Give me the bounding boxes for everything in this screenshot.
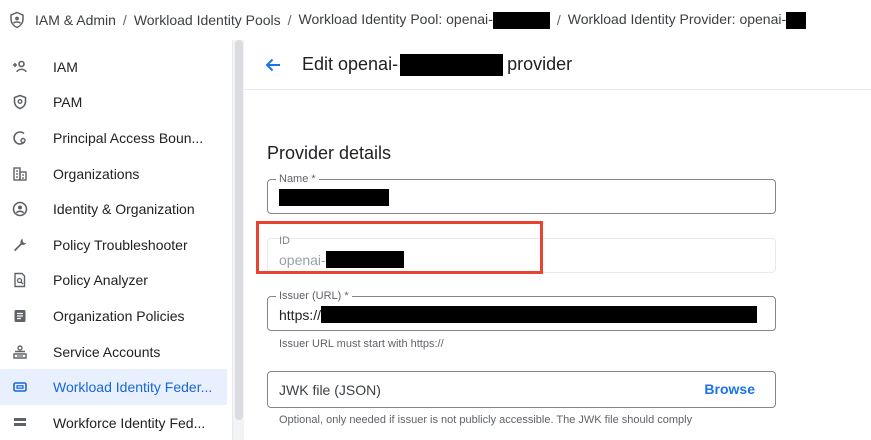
wrench-icon (12, 237, 28, 253)
sidebar: IAM PAM Principal Access Boun... Organiz… (0, 49, 232, 440)
person-add-icon (12, 59, 28, 75)
name-field[interactable]: Name * (267, 173, 776, 214)
organizations-icon (12, 166, 28, 182)
breadcrumb-provider-label: Workload Identity Provider: openai- (567, 11, 787, 28)
sidebar-item-label: Workforce Identity Fed... (53, 414, 206, 431)
workforce-identity-icon (12, 415, 28, 431)
sidebar-item-label: Workload Identity Feder... (53, 379, 213, 396)
sidebar-item-policy-analyzer[interactable]: Policy Analyzer (0, 263, 232, 299)
id-field-label: ID (279, 235, 290, 247)
page-title: Edit openai- provider (302, 53, 573, 76)
breadcrumb-iam-admin[interactable]: IAM & Admin (35, 12, 116, 28)
sidebar-item-workforce-identity-federation[interactable]: Workforce Identity Fed... (0, 405, 232, 440)
id-field-value-prefix: openai- (279, 251, 326, 268)
shield-icon (12, 94, 28, 110)
sidebar-scrollbar[interactable] (232, 40, 244, 440)
breadcrumb: IAM & Admin / Workload Identity Pools / … (0, 0, 871, 40)
breadcrumb-workload-identity-pool[interactable]: Workload Identity Pool: openai- (299, 11, 550, 29)
sidebar-item-workload-identity-federation[interactable]: Workload Identity Feder... (0, 369, 227, 405)
issuer-url-field-label: Issuer (URL) * (276, 290, 352, 303)
back-arrow-icon[interactable] (262, 54, 284, 76)
main-content: Edit openai- provider Provider details N… (244, 40, 871, 440)
workload-identity-icon (12, 379, 28, 395)
redaction-block (321, 306, 758, 323)
issuer-url-helper-text: Issuer URL must start with https:// (279, 338, 444, 350)
sidebar-item-organization-policies[interactable]: Organization Policies (0, 298, 232, 334)
sidebar-item-pam[interactable]: PAM (0, 85, 232, 121)
breadcrumb-separator: / (556, 12, 561, 28)
page-title-prefix: Edit openai- (302, 54, 399, 74)
sidebar-scrollbar-thumb[interactable] (235, 40, 243, 420)
breadcrumb-pool-label: Workload Identity Pool: openai- (298, 11, 493, 28)
breadcrumb-separator: / (287, 12, 292, 28)
issuer-url-field-value: https:// (279, 306, 758, 323)
sidebar-item-principal-access-boundary[interactable]: Principal Access Boun... (0, 120, 232, 156)
redaction-block (492, 11, 550, 29)
jwk-file-field[interactable]: JWK file (JSON) Browse (267, 371, 776, 408)
service-account-icon (12, 344, 28, 360)
sidebar-item-label: Organization Policies (53, 307, 185, 324)
sidebar-item-label: Principal Access Boun... (53, 129, 204, 146)
sidebar-item-iam[interactable]: IAM (0, 49, 232, 85)
breadcrumb-workload-identity-provider[interactable]: Workload Identity Provider: openai- (567, 11, 807, 29)
iam-shield-icon (10, 11, 24, 29)
sidebar-item-identity-organization[interactable]: Identity & Organization (0, 191, 232, 227)
sidebar-item-policy-troubleshooter[interactable]: Policy Troubleshooter (0, 227, 232, 263)
sidebar-item-service-accounts[interactable]: Service Accounts (0, 334, 232, 370)
name-field-label: Name * (276, 173, 319, 186)
breadcrumb-workload-identity-pools[interactable]: Workload Identity Pools (134, 12, 281, 28)
issuer-url-field[interactable]: Issuer (URL) * https:// (267, 290, 776, 331)
redaction-block (279, 189, 389, 206)
sidebar-item-organizations[interactable]: Organizations (0, 156, 232, 192)
sidebar-item-label: Organizations (53, 165, 140, 182)
account-circle-icon (12, 201, 28, 217)
principal-access-icon (12, 130, 28, 146)
page-title-suffix: provider (507, 54, 573, 74)
page-header: Edit openai- provider (244, 40, 871, 90)
id-field-value: openai- (279, 251, 404, 268)
jwk-file-helper-text: Optional, only needed if issuer is not p… (279, 414, 693, 426)
sidebar-item-label: Service Accounts (53, 343, 161, 360)
sidebar-item-label: PAM (53, 94, 83, 111)
breadcrumb-separator: / (122, 12, 127, 28)
jwk-file-label: JWK file (JSON) (279, 382, 381, 398)
id-field: ID openai- (267, 235, 776, 273)
redaction-block (786, 11, 807, 29)
sidebar-item-label: Identity & Organization (53, 201, 195, 218)
sidebar-item-label: Policy Troubleshooter (53, 236, 188, 253)
organization-policies-icon (12, 308, 28, 324)
policy-analyzer-icon (12, 272, 28, 288)
sidebar-item-label: IAM (53, 58, 78, 75)
browse-button[interactable]: Browse (704, 381, 755, 397)
redaction-block (400, 53, 504, 76)
section-title-provider-details: Provider details (267, 143, 392, 163)
sidebar-item-label: Policy Analyzer (53, 272, 148, 289)
name-field-value (279, 189, 389, 206)
redaction-block (325, 251, 404, 268)
issuer-url-value-prefix: https:// (279, 306, 322, 323)
